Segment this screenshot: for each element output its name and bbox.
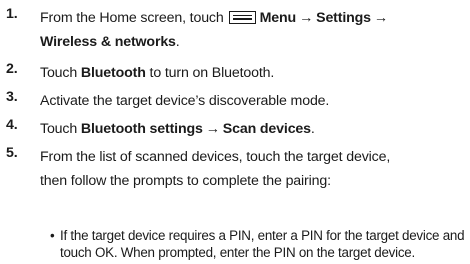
menu-label: Menu xyxy=(259,10,297,26)
instruction-steps: 1. From the Home screen, touch Menu → Setti… xyxy=(0,0,470,264)
bullet-icon: • xyxy=(50,228,55,243)
menu-icon xyxy=(228,11,256,24)
step-number: 5. xyxy=(6,145,18,161)
step-text: From the Home screen, touch Menu → Settings… xyxy=(40,10,388,50)
step-text: From the list of scanned devices, touch … xyxy=(40,149,391,189)
bluetooth-label: Bluetooth xyxy=(80,65,146,81)
arrow-right-icon: → xyxy=(373,10,388,26)
pin-bullet-item: • If the target device requires a PIN, e… xyxy=(50,227,466,261)
step-number: 4. xyxy=(6,117,18,133)
bluetooth-settings-label: Bluetooth settings xyxy=(80,121,203,137)
step-text: Touch Bluetooth to turn on Bluetooth. xyxy=(40,65,275,81)
scan-devices-label: Scan devices xyxy=(222,121,311,137)
arrow-right-icon: → xyxy=(205,121,220,137)
bullet-text: If the target device requires a PIN, ent… xyxy=(60,228,465,260)
wireless-networks-label: Wireless & networks xyxy=(40,34,176,50)
step-number: 3. xyxy=(6,89,18,105)
step-text: Activate the target device’s discoverabl… xyxy=(40,93,330,109)
settings-label: Settings xyxy=(316,10,371,26)
step-number: 2. xyxy=(6,61,18,77)
step-number: 1. xyxy=(6,6,18,22)
step-text: Touch Bluetooth settings → Scan devices. xyxy=(40,121,315,137)
arrow-right-icon: → xyxy=(299,10,314,26)
